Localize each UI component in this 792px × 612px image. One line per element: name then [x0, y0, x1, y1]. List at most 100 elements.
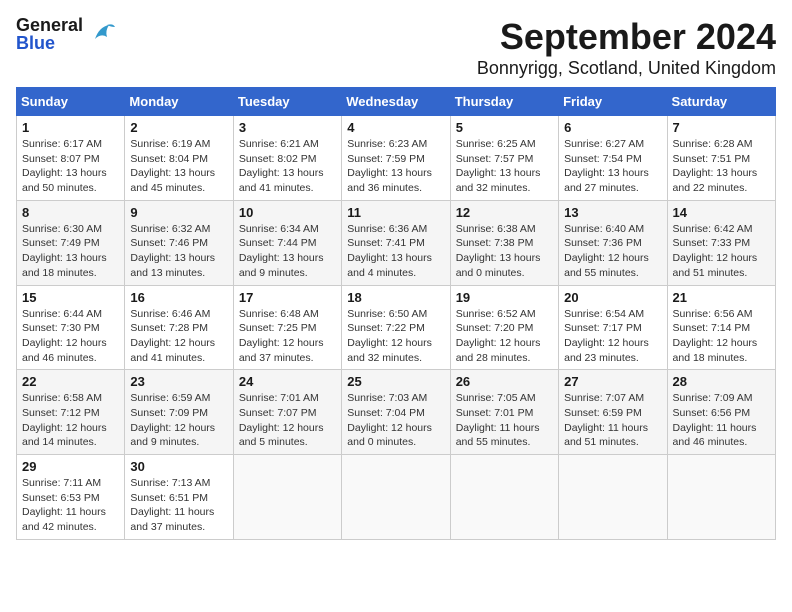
day-number: 22	[22, 374, 119, 389]
calendar-cell: 17 Sunrise: 6:48 AMSunset: 7:25 PMDayligh…	[233, 285, 341, 370]
day-number: 8	[22, 205, 119, 220]
day-number: 28	[673, 374, 770, 389]
calendar-week-row: 22Sunrise: 6:58 AMSunset: 7:12 PMDayligh…	[17, 370, 776, 455]
calendar-cell: 8 Sunrise: 6:30 AMSunset: 7:49 PMDaylight…	[17, 200, 125, 285]
day-number: 12	[456, 205, 553, 220]
day-info: Sunrise: 6:50 AMSunset: 7:22 PMDaylight:…	[347, 307, 444, 366]
day-number: 29	[22, 459, 119, 474]
calendar-cell: 25Sunrise: 7:03 AMSunset: 7:04 PMDayligh…	[342, 370, 450, 455]
calendar-cell: 5 Sunrise: 6:25 AMSunset: 7:57 PMDaylight…	[450, 116, 558, 201]
page-subtitle: Bonnyrigg, Scotland, United Kingdom	[477, 58, 776, 79]
calendar-cell: 30 Sunrise: 7:13 AMSunset: 6:51 PMDayligh…	[125, 455, 233, 540]
day-number: 23	[130, 374, 227, 389]
day-number: 11	[347, 205, 444, 220]
day-number: 4	[347, 120, 444, 135]
logo-bird-icon	[87, 19, 117, 49]
calendar-table: SundayMondayTuesdayWednesdayThursdayFrid…	[16, 87, 776, 540]
day-info: Sunrise: 6:44 AMSunset: 7:30 PMDaylight:…	[22, 307, 119, 366]
weekday-header-tuesday: Tuesday	[233, 88, 341, 116]
logo-blue: Blue	[16, 34, 83, 52]
calendar-cell: 4 Sunrise: 6:23 AMSunset: 7:59 PMDaylight…	[342, 116, 450, 201]
calendar-cell: 10 Sunrise: 6:34 AMSunset: 7:44 PMDayligh…	[233, 200, 341, 285]
calendar-cell: 3Sunrise: 6:21 AMSunset: 8:02 PMDaylight…	[233, 116, 341, 201]
day-info: Sunrise: 6:42 AMSunset: 7:33 PMDaylight:…	[673, 222, 770, 281]
day-info: Sunrise: 7:03 AMSunset: 7:04 PMDaylight:…	[347, 391, 444, 450]
page-title: September 2024	[477, 16, 776, 58]
day-info: Sunrise: 6:48 AMSunset: 7:25 PMDaylight:…	[239, 307, 336, 366]
day-number: 2	[130, 120, 227, 135]
calendar-cell: 16Sunrise: 6:46 AMSunset: 7:28 PMDayligh…	[125, 285, 233, 370]
calendar-cell	[342, 455, 450, 540]
day-number: 10	[239, 205, 336, 220]
day-number: 1	[22, 120, 119, 135]
calendar-week-row: 8 Sunrise: 6:30 AMSunset: 7:49 PMDaylight…	[17, 200, 776, 285]
day-info: Sunrise: 6:30 AMSunset: 7:49 PMDaylight:…	[22, 222, 119, 281]
day-number: 27	[564, 374, 661, 389]
day-info: Sunrise: 6:25 AMSunset: 7:57 PMDaylight:…	[456, 137, 553, 196]
calendar-cell: 29 Sunrise: 7:11 AMSunset: 6:53 PMDayligh…	[17, 455, 125, 540]
day-number: 5	[456, 120, 553, 135]
day-number: 6	[564, 120, 661, 135]
day-info: Sunrise: 6:17 AMSunset: 8:07 PMDaylight:…	[22, 137, 119, 196]
calendar-cell: 18 Sunrise: 6:50 AMSunset: 7:22 PMDayligh…	[342, 285, 450, 370]
weekday-header-saturday: Saturday	[667, 88, 775, 116]
day-info: Sunrise: 7:09 AMSunset: 6:56 PMDaylight:…	[673, 391, 770, 450]
calendar-cell: 15Sunrise: 6:44 AMSunset: 7:30 PMDayligh…	[17, 285, 125, 370]
day-number: 24	[239, 374, 336, 389]
calendar-cell: 28 Sunrise: 7:09 AMSunset: 6:56 PMDayligh…	[667, 370, 775, 455]
weekday-header-sunday: Sunday	[17, 88, 125, 116]
logo-text-block: General Blue	[16, 16, 83, 52]
calendar-week-row: 15Sunrise: 6:44 AMSunset: 7:30 PMDayligh…	[17, 285, 776, 370]
calendar-cell: 22Sunrise: 6:58 AMSunset: 7:12 PMDayligh…	[17, 370, 125, 455]
day-number: 30	[130, 459, 227, 474]
day-info: Sunrise: 7:05 AMSunset: 7:01 PMDaylight:…	[456, 391, 553, 450]
calendar-cell: 19 Sunrise: 6:52 AMSunset: 7:20 PMDayligh…	[450, 285, 558, 370]
day-info: Sunrise: 6:19 AMSunset: 8:04 PMDaylight:…	[130, 137, 227, 196]
day-number: 21	[673, 290, 770, 305]
weekday-header-row: SundayMondayTuesdayWednesdayThursdayFrid…	[17, 88, 776, 116]
title-block: September 2024 Bonnyrigg, Scotland, Unit…	[477, 16, 776, 79]
day-info: Sunrise: 7:13 AMSunset: 6:51 PMDaylight:…	[130, 476, 227, 535]
day-info: Sunrise: 6:40 AMSunset: 7:36 PMDaylight:…	[564, 222, 661, 281]
calendar-cell: 11 Sunrise: 6:36 AMSunset: 7:41 PMDayligh…	[342, 200, 450, 285]
calendar-cell: 23 Sunrise: 6:59 AMSunset: 7:09 PMDayligh…	[125, 370, 233, 455]
day-info: Sunrise: 7:01 AMSunset: 7:07 PMDaylight:…	[239, 391, 336, 450]
calendar-cell	[450, 455, 558, 540]
calendar-cell: 20Sunrise: 6:54 AMSunset: 7:17 PMDayligh…	[559, 285, 667, 370]
day-info: Sunrise: 7:11 AMSunset: 6:53 PMDaylight:…	[22, 476, 119, 535]
calendar-cell: 27 Sunrise: 7:07 AMSunset: 6:59 PMDayligh…	[559, 370, 667, 455]
calendar-cell: 2 Sunrise: 6:19 AMSunset: 8:04 PMDaylight…	[125, 116, 233, 201]
calendar-cell: 26Sunrise: 7:05 AMSunset: 7:01 PMDayligh…	[450, 370, 558, 455]
day-info: Sunrise: 6:52 AMSunset: 7:20 PMDaylight:…	[456, 307, 553, 366]
day-number: 19	[456, 290, 553, 305]
logo: General Blue	[16, 16, 117, 52]
day-number: 14	[673, 205, 770, 220]
calendar-cell: 7 Sunrise: 6:28 AMSunset: 7:51 PMDaylight…	[667, 116, 775, 201]
day-info: Sunrise: 6:54 AMSunset: 7:17 PMDaylight:…	[564, 307, 661, 366]
calendar-cell: 1 Sunrise: 6:17 AMSunset: 8:07 PMDaylight…	[17, 116, 125, 201]
day-info: Sunrise: 6:27 AMSunset: 7:54 PMDaylight:…	[564, 137, 661, 196]
day-number: 7	[673, 120, 770, 135]
day-info: Sunrise: 6:36 AMSunset: 7:41 PMDaylight:…	[347, 222, 444, 281]
day-info: Sunrise: 7:07 AMSunset: 6:59 PMDaylight:…	[564, 391, 661, 450]
calendar-cell	[233, 455, 341, 540]
day-info: Sunrise: 6:59 AMSunset: 7:09 PMDaylight:…	[130, 391, 227, 450]
calendar-cell	[667, 455, 775, 540]
day-info: Sunrise: 6:23 AMSunset: 7:59 PMDaylight:…	[347, 137, 444, 196]
day-number: 9	[130, 205, 227, 220]
weekday-header-monday: Monday	[125, 88, 233, 116]
day-number: 18	[347, 290, 444, 305]
day-info: Sunrise: 6:28 AMSunset: 7:51 PMDaylight:…	[673, 137, 770, 196]
day-number: 13	[564, 205, 661, 220]
day-info: Sunrise: 6:34 AMSunset: 7:44 PMDaylight:…	[239, 222, 336, 281]
logo-general: General	[16, 16, 83, 34]
weekday-header-thursday: Thursday	[450, 88, 558, 116]
page-header: General Blue September 2024 Bonnyrigg, S…	[16, 16, 776, 79]
calendar-cell: 13 Sunrise: 6:40 AMSunset: 7:36 PMDayligh…	[559, 200, 667, 285]
calendar-week-row: 29 Sunrise: 7:11 AMSunset: 6:53 PMDayligh…	[17, 455, 776, 540]
day-number: 17	[239, 290, 336, 305]
weekday-header-friday: Friday	[559, 88, 667, 116]
calendar-week-row: 1 Sunrise: 6:17 AMSunset: 8:07 PMDaylight…	[17, 116, 776, 201]
day-info: Sunrise: 6:46 AMSunset: 7:28 PMDaylight:…	[130, 307, 227, 366]
calendar-cell: 9Sunrise: 6:32 AMSunset: 7:46 PMDaylight…	[125, 200, 233, 285]
